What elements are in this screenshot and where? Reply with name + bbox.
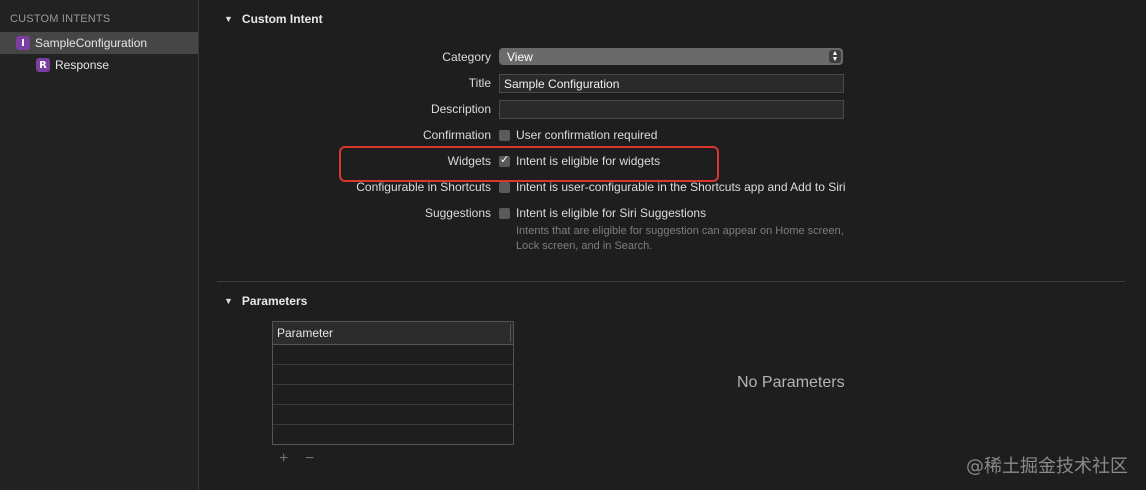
description-field[interactable]: [499, 100, 844, 119]
sidebar-header: CUSTOM INTENTS: [10, 13, 111, 25]
no-parameters-message: No Parameters: [737, 374, 845, 391]
description-label: Description: [430, 102, 491, 116]
intent-editor: ▼ Custom Intent Category View ▲ ▼ Title S…: [199, 0, 1146, 490]
suggestions-label: Suggestions: [424, 206, 491, 220]
parameters-section-header[interactable]: ▼ Parameters: [224, 294, 307, 308]
suggestions-hint: Intents that are eligible for suggestion…: [516, 224, 856, 254]
parameter-column-header[interactable]: Parameter: [273, 322, 513, 345]
category-value: View: [507, 49, 533, 64]
suggestions-hint-line: Intents that are eligible for suggestion…: [516, 225, 844, 237]
remove-parameter-button[interactable]: −: [305, 450, 314, 468]
intent-badge-icon: I: [16, 36, 30, 50]
suggestions-text: Intent is eligible for Siri Suggestions: [516, 206, 707, 220]
table-row: [273, 425, 513, 444]
category-select[interactable]: View ▲ ▼: [499, 48, 843, 65]
sidebar-item-label: Response: [55, 58, 110, 72]
add-parameter-button[interactable]: +: [279, 450, 288, 468]
section-title: Parameters: [241, 294, 308, 308]
chevron-updown-icon: ▲ ▼: [829, 50, 841, 63]
title-label: Title: [468, 76, 491, 90]
widgets-highlight-box: [339, 146, 719, 182]
parameters-table[interactable]: Parameter: [272, 321, 514, 445]
sidebar-item-response[interactable]: R Response: [0, 54, 198, 76]
sidebar-item-sampleconfiguration[interactable]: I SampleConfiguration: [0, 32, 198, 54]
title-field[interactable]: Sample Configuration: [499, 74, 844, 93]
table-row: [273, 385, 513, 405]
table-row: [273, 405, 513, 425]
section-title: Custom Intent: [241, 12, 323, 26]
custom-intent-section-header[interactable]: ▼ Custom Intent: [224, 12, 323, 26]
confirmation-checkbox[interactable]: [499, 129, 510, 141]
configurable-checkbox[interactable]: [499, 181, 510, 193]
sidebar: CUSTOM INTENTS I SampleConfiguration R R…: [0, 0, 199, 490]
watermark: @稀土掘金技术社区: [966, 456, 1128, 477]
configurable-label: Configurable in Shortcuts: [356, 180, 491, 194]
configurable-text: Intent is user-configurable in the Short…: [516, 180, 846, 194]
suggestions-checkbox[interactable]: [499, 207, 510, 219]
disclosure-triangle-icon[interactable]: ▼: [224, 14, 233, 24]
category-label: Category: [442, 50, 491, 64]
confirmation-text: User confirmation required: [516, 128, 658, 142]
sidebar-item-label: SampleConfiguration: [35, 36, 148, 50]
column-separator: [510, 324, 511, 342]
confirmation-label: Confirmation: [422, 128, 491, 142]
response-badge-icon: R: [36, 58, 50, 72]
suggestions-hint-line: Lock screen, and in Search.: [516, 240, 653, 252]
disclosure-triangle-icon[interactable]: ▼: [224, 296, 233, 306]
table-row: [273, 365, 513, 385]
suggestions-checkbox-row[interactable]: Intent is eligible for Siri Suggestions: [499, 206, 706, 220]
confirmation-checkbox-row[interactable]: User confirmation required: [499, 128, 657, 142]
section-divider: [217, 281, 1125, 282]
configurable-checkbox-row[interactable]: Intent is user-configurable in the Short…: [499, 180, 846, 194]
table-row: [273, 345, 513, 365]
column-header-label: Parameter: [277, 326, 334, 340]
